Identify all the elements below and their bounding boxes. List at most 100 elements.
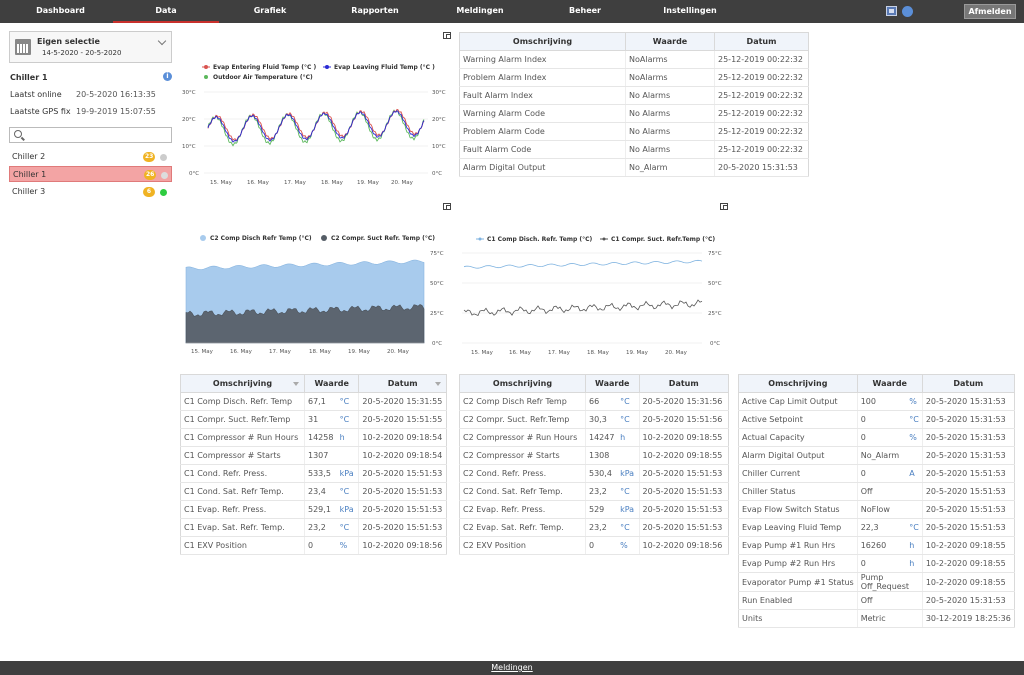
cell-unit: h (909, 536, 923, 555)
cell-val: No Alarms (625, 104, 715, 123)
date-range-select[interactable]: Eigen selectie 14-5-2020 - 20-5-2020 (9, 31, 172, 63)
nav-meldingen[interactable]: Meldingen (440, 0, 520, 23)
zoom-icon[interactable] (720, 203, 728, 210)
cell-val: NoAlarms (625, 68, 715, 87)
cell-val: 22,3 (856, 518, 910, 537)
c1-refrigerant-temp-chart: C1 Comp Disch. Refr. Temp (°C) C1 Compr.… (462, 230, 737, 360)
cell-unit: kPa (339, 464, 359, 483)
nav-rapporten[interactable]: Rapporten (335, 0, 415, 23)
legend-label: C1 Comp Disch. Refr. Temp (°C) (487, 236, 593, 243)
column-header[interactable]: Waarde (625, 32, 715, 51)
y-tick-label: 0°C (189, 171, 199, 177)
legend-marker (321, 235, 327, 241)
cell-unit (909, 500, 923, 519)
legend-label: Outdoor Air Temperature (°C) (213, 74, 313, 81)
nav-grafiek[interactable]: Grafiek (230, 0, 310, 23)
nav-instellingen[interactable]: Instellingen (650, 0, 730, 23)
cell-desc: C2 EXV Position (459, 536, 586, 555)
column-header[interactable]: Waarde (585, 374, 640, 393)
cell-unit: °C (339, 482, 359, 501)
table-row: Alarm Digital Output No_Alarm 20-5-2020 15… (738, 446, 1015, 465)
nav-dashboard[interactable]: Dashboard (18, 0, 103, 23)
cell-desc: Alarm Digital Output (738, 446, 858, 465)
cell-date: 10-2-2020 09:18:56 (358, 536, 447, 555)
cell-unit: °C (909, 518, 923, 537)
cell-date: 20-5-2020 15:31:53 (714, 158, 809, 177)
status-dot (160, 154, 167, 161)
cell-unit: °C (620, 392, 640, 411)
x-tick-label: 19. May (626, 350, 649, 356)
cell-unit (620, 446, 640, 465)
cell-desc: C2 Cond. Refr. Press. (459, 464, 586, 483)
cell-unit: °C (620, 482, 640, 501)
cell-unit (339, 446, 359, 465)
legend-marker (204, 65, 208, 69)
column-header[interactable]: Waarde (856, 374, 923, 393)
table-row: C1 Evap. Refr. Press. 529,1 kPa 20-5-2020 1… (180, 500, 447, 519)
column-header[interactable]: Datum (638, 374, 730, 393)
footer-meldingen-link[interactable]: Meldingen (0, 661, 1024, 674)
table-row: Fault Alarm Index No Alarms 25-12-2019 00:… (459, 86, 809, 105)
cell-desc: C1 Cond. Refr. Press. (180, 464, 305, 483)
nav-data[interactable]: Data (113, 0, 219, 23)
cell-val: 30,3 (585, 410, 621, 429)
column-header[interactable]: Omschrijving (180, 374, 305, 393)
user-icon[interactable] (902, 6, 913, 17)
cell-desc: Chiller Status (738, 482, 858, 501)
cell-unit: °C (339, 392, 359, 411)
zoom-icon[interactable] (443, 32, 451, 39)
logout-button[interactable]: Afmelden (964, 4, 1016, 19)
cell-val: 67,1 (303, 392, 340, 411)
column-header[interactable]: Omschrijving (738, 374, 858, 393)
column-header[interactable]: Datum (358, 374, 447, 393)
table-row: Active Setpoint 0 °C 20-5-2020 15:31:53 (738, 410, 1015, 429)
cell-val: 14258 (303, 428, 340, 447)
cell-date: 10-2-2020 09:18:55 (638, 446, 730, 465)
table-row: Evaporator Pump #1 Status Pump Off_Reques… (738, 572, 1015, 592)
cell-date: 20-5-2020 15:51:53 (921, 482, 1015, 501)
cell-date: 10-2-2020 09:18:56 (638, 536, 730, 555)
search-icon (14, 130, 22, 138)
cell-val: 31 (303, 410, 340, 429)
cell-desc: Units (738, 609, 858, 628)
info-icon[interactable]: i (163, 72, 172, 81)
nav-beheer[interactable]: Beheer (545, 0, 625, 23)
table-row: Chiller Current 0 A 20-5-2020 15:51:53 (738, 464, 1015, 483)
x-tick-label: 19. May (348, 349, 371, 355)
flag-icon[interactable] (886, 6, 897, 16)
table-row: Actual Capacity 0% 20-5-2020 15:31:53 (738, 428, 1015, 447)
table-row: C1 Cond. Refr. Press. 533,5 kPa 20-5-2020 1… (180, 464, 447, 483)
chiller-list-item[interactable]: Chiller 2 23 (9, 149, 172, 165)
column-header[interactable]: Waarde (303, 374, 360, 393)
y-tick-label: 10°C (432, 144, 446, 150)
y-tick-label: 20°C (432, 117, 446, 123)
column-header[interactable]: Omschrijving (459, 32, 626, 51)
cell-date: 20-5-2020 15:31:53 (921, 392, 1015, 411)
column-header[interactable]: Omschrijving (459, 374, 586, 393)
cell-desc: Evaporator Pump #1 Status (738, 572, 858, 592)
cell-val: 1307 (303, 446, 340, 465)
table-row: Active Cap Limit Output 100% 20-5-2020 15:… (738, 392, 1015, 411)
chiller-list-item-selected[interactable]: Chiller 1 26 (9, 166, 172, 182)
chiller-list-item[interactable]: Chiller 3 6 (9, 184, 172, 200)
sort-icon[interactable] (293, 382, 299, 386)
table-row: Chiller Status Off 20-5-2020 15:51:53 (738, 482, 1015, 501)
search-input[interactable] (9, 127, 172, 143)
column-header[interactable]: Datum (714, 32, 809, 51)
sort-icon[interactable] (435, 382, 441, 386)
cell-unit: kPa (339, 500, 359, 519)
table-row: C1 Compressor # Run Hours 14258 h 10-2-2020… (180, 428, 447, 447)
cell-date: 20-5-2020 15:31:53 (921, 591, 1015, 610)
cell-unit: % (339, 536, 359, 555)
cell-date: 20-5-2020 15:51:53 (921, 518, 1015, 537)
c2-values-table: Omschrijving Waarde Datum C2 Comp Disch … (459, 374, 730, 555)
cell-val: 23,2 (585, 518, 621, 537)
column-header[interactable]: Datum (921, 374, 1015, 393)
zoom-icon[interactable] (443, 203, 451, 210)
cell-val: 0 (856, 554, 910, 573)
cell-unit (909, 482, 923, 501)
table-row: Evap Pump #1 Run Hrs 16260 h 10-2-2020 09:1… (738, 536, 1015, 555)
cell-desc: C1 EXV Position (180, 536, 305, 555)
cell-val: 14247 (585, 428, 621, 447)
table-row: C2 Evap. Sat. Refr. Temp. 23,2 °C 20-5-2020… (459, 518, 730, 537)
